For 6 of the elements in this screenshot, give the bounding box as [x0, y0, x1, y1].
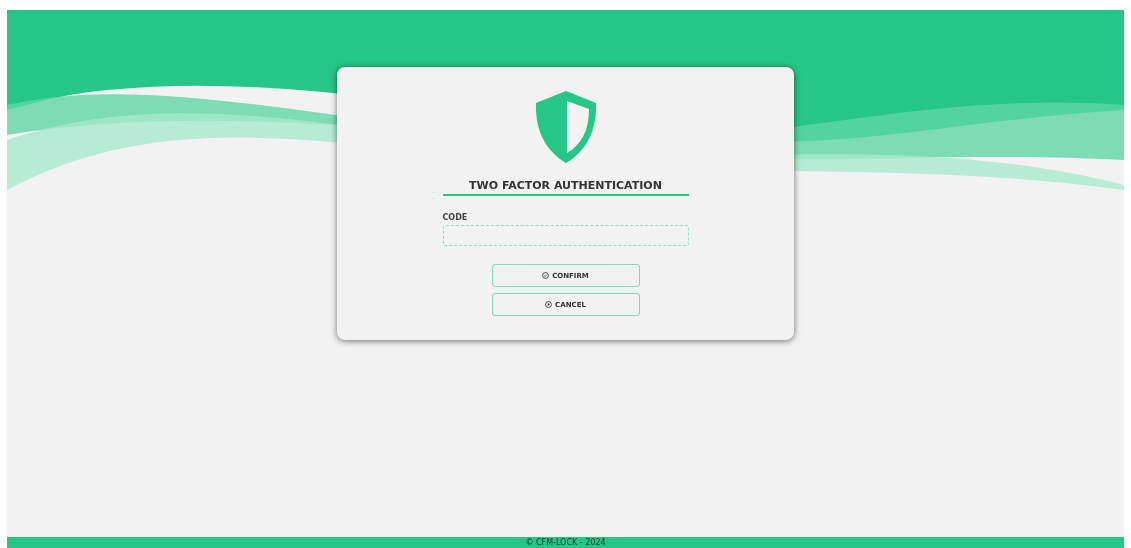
check-circle-icon	[542, 272, 550, 279]
copyright-text: © CFM-LOCK - 2024	[525, 538, 606, 548]
page-title: TWO FACTOR AUTHENTICATION	[442, 179, 689, 196]
code-label: CODE	[442, 213, 469, 222]
arrow-circle-icon	[545, 301, 553, 308]
code-input-field[interactable]	[442, 225, 689, 246]
